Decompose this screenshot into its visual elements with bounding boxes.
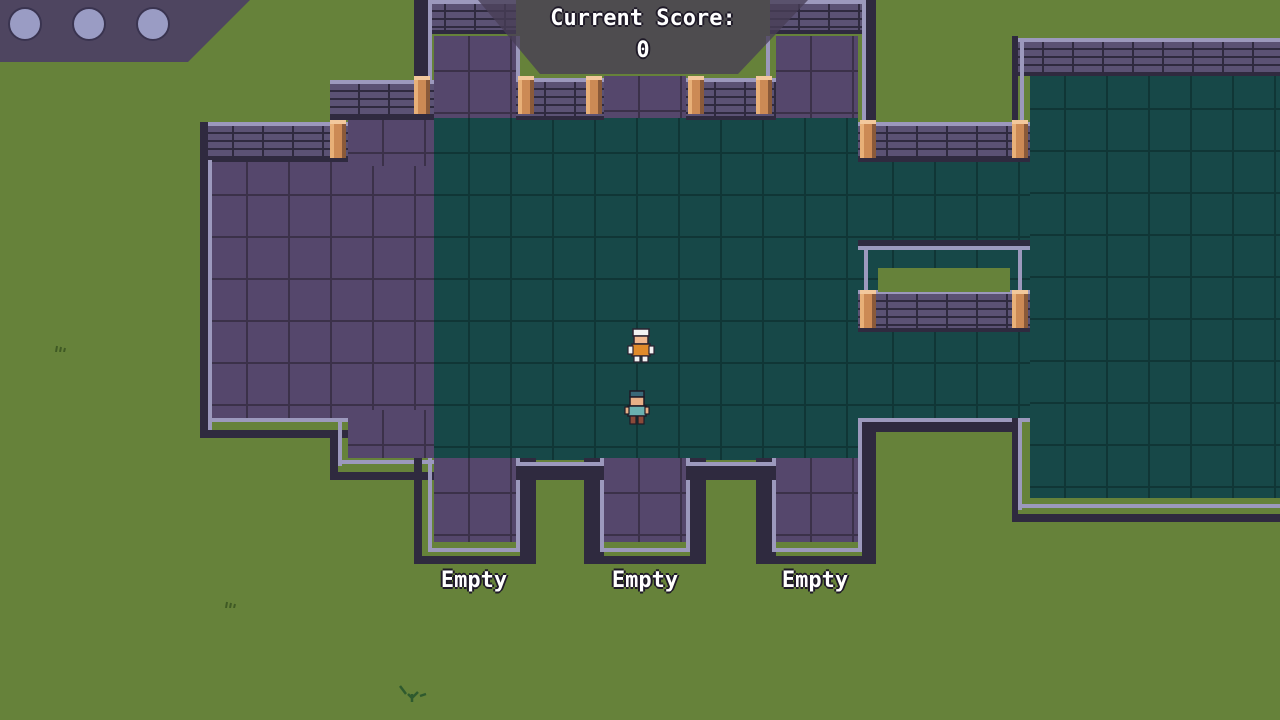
post-4 bbox=[586, 76, 602, 114]
slot-right-bottom-trim bbox=[772, 548, 862, 552]
inner-block-trim-right bbox=[1018, 250, 1022, 294]
slot-left-outline bbox=[414, 458, 422, 564]
left-step-trim bbox=[338, 418, 342, 466]
left-bottom-trim bbox=[212, 418, 348, 422]
right-corridor-grass-below bbox=[876, 432, 1014, 570]
wall-inner-block bbox=[858, 290, 1030, 332]
gap-1-top-shadow bbox=[516, 466, 604, 480]
post-3 bbox=[518, 76, 534, 114]
top-alcove-left-shadow bbox=[414, 0, 428, 80]
top-alcove-left-floor bbox=[434, 36, 516, 120]
wall-right-room-top bbox=[1014, 38, 1280, 76]
grass-tuft-icon bbox=[55, 345, 66, 352]
top-alcove-left-trim bbox=[428, 0, 432, 80]
right-room-outer-shadow bbox=[1012, 36, 1018, 122]
post-1 bbox=[330, 120, 346, 158]
lives-panel bbox=[0, 0, 250, 62]
wall-left-room-top bbox=[204, 122, 348, 162]
left-bottom-shadow bbox=[200, 430, 348, 438]
bottom-slot-left-floor bbox=[434, 458, 516, 542]
right-room-left-trim bbox=[1018, 418, 1022, 510]
left-room-floor bbox=[212, 160, 434, 418]
slot-center-bottom-trim bbox=[600, 548, 690, 552]
grass-tuft-icon bbox=[225, 601, 236, 608]
right-corridor-bottom-shadow bbox=[876, 422, 1014, 432]
life-token-icon bbox=[8, 7, 42, 41]
left-outer-trim bbox=[208, 160, 212, 430]
inner-block-trim-top bbox=[858, 246, 1030, 250]
top-alcove-right-shadow bbox=[866, 0, 876, 122]
gap-2-top-shadow bbox=[686, 466, 776, 480]
post-7 bbox=[860, 120, 876, 158]
slot-center-bottom-shadow bbox=[584, 556, 706, 564]
life-token-icon bbox=[72, 7, 106, 41]
left-upper-floor bbox=[348, 118, 434, 166]
inner-block-trim-left bbox=[864, 250, 868, 294]
slot-right-shadow-r bbox=[862, 418, 876, 564]
post-6 bbox=[756, 76, 772, 114]
grass-gap-1 bbox=[536, 480, 584, 570]
post-9 bbox=[860, 290, 876, 328]
slot-left-bottom-shadow bbox=[414, 556, 536, 564]
left-lower-floor bbox=[348, 410, 434, 458]
sprout-icon bbox=[399, 685, 427, 702]
bottom-slot-center-floor bbox=[604, 458, 686, 542]
left-outer-shadow bbox=[200, 122, 208, 438]
grass-gap-2 bbox=[706, 480, 756, 570]
right-room-outer-trim bbox=[1020, 40, 1024, 122]
bottom-slot-right-floor bbox=[776, 458, 858, 542]
slot-left-trim-l bbox=[428, 458, 432, 552]
right-room-bottom-shadow bbox=[1012, 514, 1280, 522]
post-5 bbox=[688, 76, 704, 114]
player-character-icon[interactable] bbox=[622, 390, 652, 426]
right-room-bottom-trim bbox=[1022, 504, 1280, 508]
slot-2-label: Empty bbox=[611, 568, 679, 593]
post-8 bbox=[1012, 120, 1028, 158]
score-banner: Current Score: 0 bbox=[478, 0, 808, 74]
chef-npc-icon bbox=[627, 328, 655, 363]
slot-1-label: Empty bbox=[440, 568, 508, 593]
right-room-floor bbox=[1030, 74, 1280, 498]
score-label: Current Score: bbox=[550, 6, 736, 31]
slot-right-bottom-shadow bbox=[756, 556, 876, 564]
top-alcove-center-floor bbox=[604, 76, 686, 120]
life-token-icon bbox=[136, 7, 170, 41]
post-2 bbox=[414, 76, 430, 114]
post-10 bbox=[1012, 290, 1028, 328]
score-value: 0 bbox=[636, 38, 650, 63]
slot-3-label: Empty bbox=[781, 568, 849, 593]
top-alcove-right-floor bbox=[776, 36, 858, 120]
inner-block-shadow-top bbox=[858, 240, 1030, 246]
inner-block-grass bbox=[878, 268, 1010, 292]
slot-left-bottom-trim bbox=[428, 548, 526, 552]
wall-right-corridor-top bbox=[858, 122, 1030, 162]
right-room-left-shadow bbox=[1012, 418, 1018, 522]
